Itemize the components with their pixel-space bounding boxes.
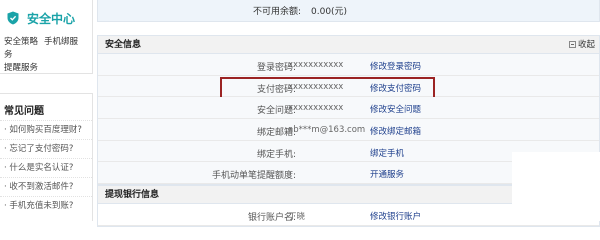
- collapse-icon: [568, 41, 576, 48]
- unavailable-balance-label: 不可用余额:: [252, 7, 301, 17]
- security-question-row: 安全问题: xxxxxxxxxxx 修改安全问题: [98, 97, 599, 120]
- payment-password-row: 支付密码: xxxxxxxxxxx 修改支付密码: [98, 75, 599, 100]
- row-label: 手机动单笔提醒额度:: [211, 171, 296, 182]
- bank-info-title: 提现银行信息: [105, 190, 160, 200]
- reminder-service-link[interactable]: 提醒服务: [4, 63, 38, 73]
- change-login-password-link[interactable]: 修改登录密码: [370, 60, 421, 72]
- blank-area: [512, 152, 600, 221]
- login-password-row: 登录密码: xxxxxxxxxxx 修改登录密码: [98, 54, 599, 76]
- row-value: xxxxxxxxxxx: [288, 81, 344, 92]
- faq-item[interactable]: · 手机充值未到账?: [0, 196, 92, 215]
- bind-phone-link[interactable]: 绑定手机: [370, 147, 404, 159]
- security-policy-link[interactable]: 安全策略: [4, 37, 38, 47]
- row-value: xxxxxxxxxxx: [288, 60, 344, 70]
- security-center-header: 安全中心: [0, 0, 92, 36]
- security-center-box: 安全中心 安全策略 手机绑服务 提醒服务: [0, 0, 93, 74]
- row-value: xxxxxxxxxxx: [288, 103, 344, 114]
- row-value: ab***m@163.com: [288, 125, 366, 136]
- collapse-button[interactable]: 收起: [568, 36, 595, 54]
- row-value: -: [288, 146, 292, 157]
- security-info-title: 安全信息: [105, 40, 142, 50]
- security-center-title: 安全中心: [27, 11, 76, 26]
- change-security-question-link[interactable]: 修改安全问题: [370, 103, 421, 115]
- main-panel: 不可用余额: 0.00(元) 安全信息 收起 登录密码: xxxxxxxxxxx…: [97, 0, 600, 227]
- unavailable-balance-value: 0.00(元): [311, 7, 348, 17]
- faq-item[interactable]: · 忘记了支付密码?: [0, 139, 92, 158]
- faq-item[interactable]: · 如何购买百度理财?: [0, 120, 92, 139]
- row-value: -: [288, 168, 292, 179]
- balance-row: 不可用余额: 0.00(元): [97, 0, 600, 22]
- sidebar: 安全中心 安全策略 手机绑服务 提醒服务 常见问题 · 如何购买百度理财? · 忘…: [0, 0, 93, 221]
- bound-email-row: 绑定邮箱: ab***m@163.com 修改绑定邮箱: [98, 119, 599, 141]
- change-payment-password-link[interactable]: 修改支付密码: [370, 82, 421, 94]
- shield-icon: [7, 11, 19, 25]
- row-value: 丁晓: [288, 212, 306, 222]
- faq-item[interactable]: · 什么是实名认证?: [0, 158, 92, 177]
- enable-service-link[interactable]: 开通服务: [370, 168, 404, 180]
- change-bank-account-link[interactable]: 修改银行账户: [370, 210, 421, 222]
- faq-title: 常见问题: [4, 106, 44, 117]
- faq-list: · 如何购买百度理财? · 忘记了支付密码? · 什么是实名认证? · 收不到激…: [0, 120, 92, 215]
- security-info-header: 安全信息 收起: [98, 36, 599, 54]
- faq-item[interactable]: · 收不到激活邮件?: [0, 177, 92, 196]
- faq-box: 常见问题 · 如何购买百度理财? · 忘记了支付密码? · 什么是实名认证? ·…: [0, 93, 93, 221]
- change-bound-email-link[interactable]: 修改绑定邮箱: [370, 125, 421, 137]
